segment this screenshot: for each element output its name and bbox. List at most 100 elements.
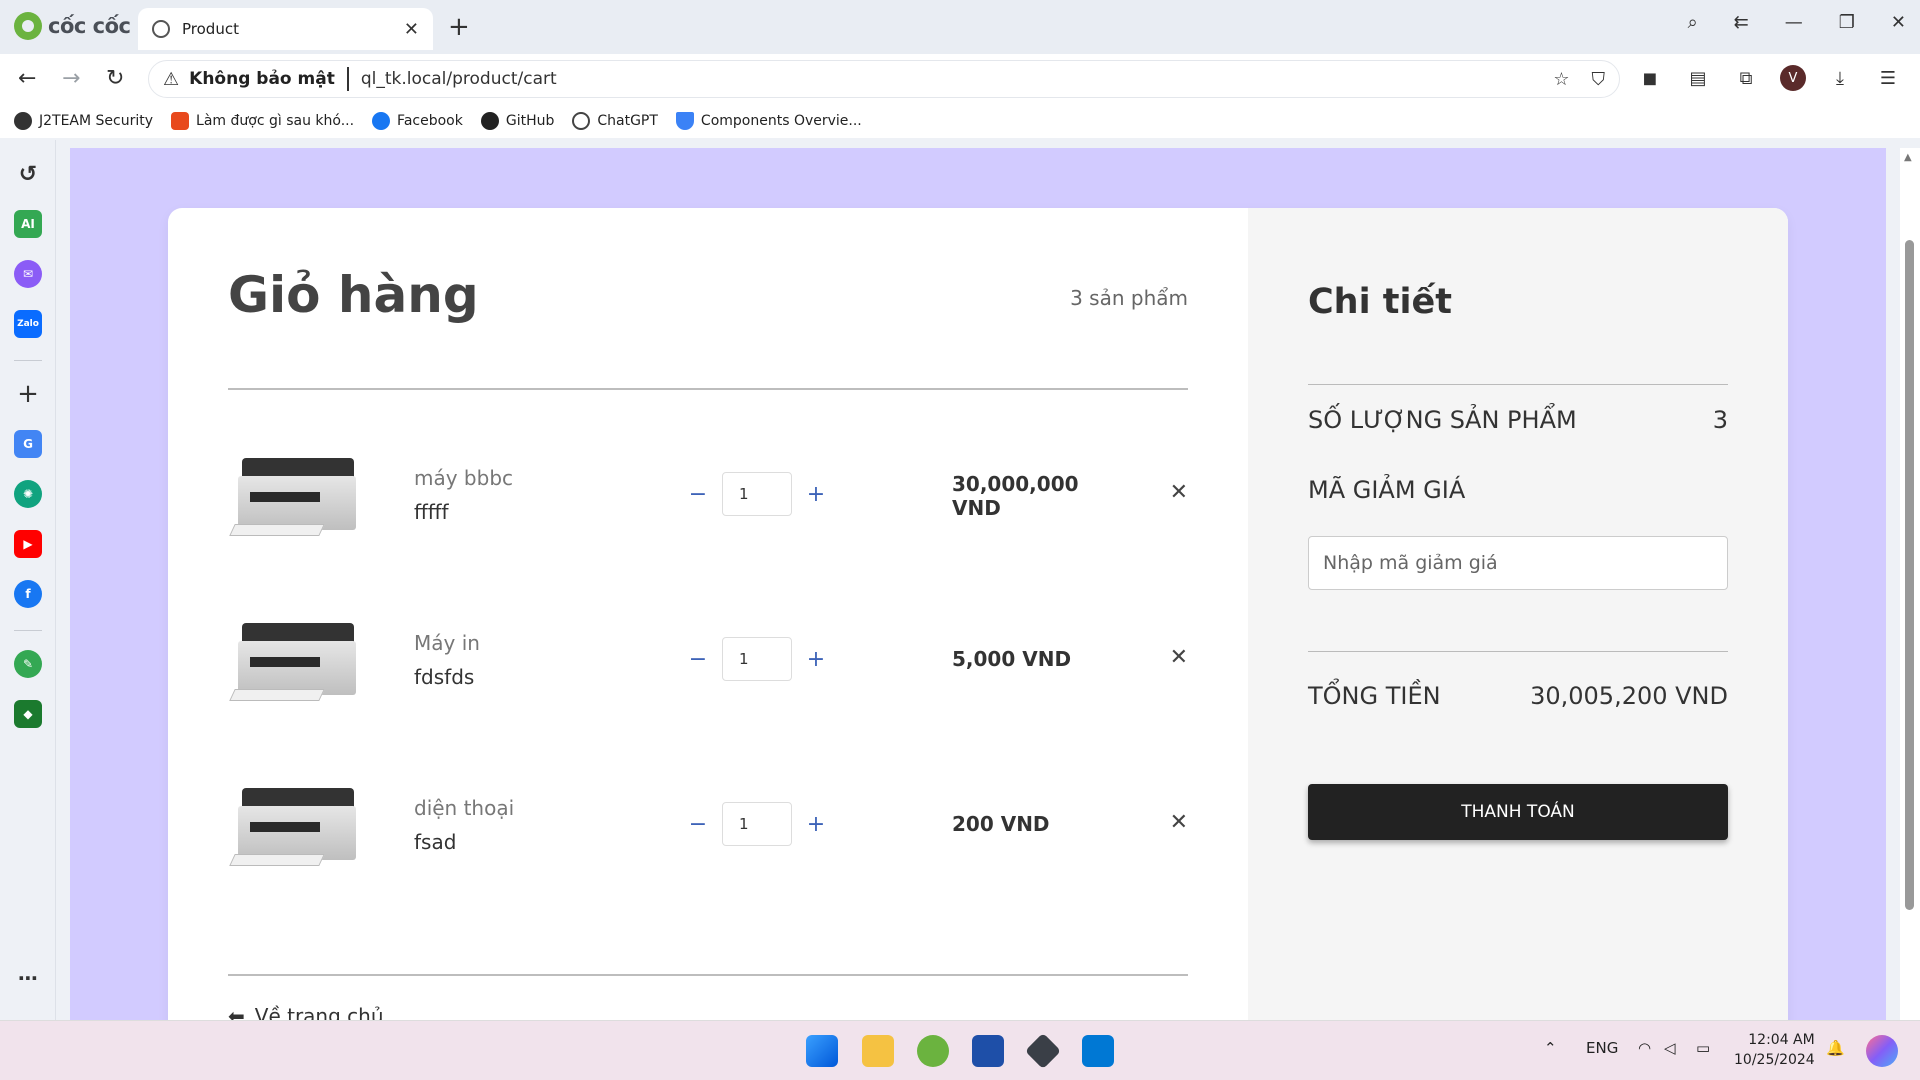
- product-name: Máy in: [414, 631, 480, 655]
- browser-toolbar: ← → ↻ ⚠ Không bảo mật ql_tk.local/produc…: [0, 54, 1920, 104]
- coccoc-logo-icon: [14, 12, 42, 40]
- translate-icon[interactable]: G: [14, 430, 42, 458]
- facebook-icon[interactable]: f: [14, 580, 42, 608]
- bookmark-j2team[interactable]: J2TEAM Security: [14, 112, 153, 130]
- summary-panel: Chi tiết SỐ LƯỢNG SẢN PHẨM 3 MÃ GIẢM GIÁ…: [1248, 208, 1788, 1020]
- bookmark-label: Làm được gì sau khó...: [196, 113, 355, 129]
- youtube-icon[interactable]: ▶: [14, 530, 42, 558]
- decrease-qty-button[interactable]: −: [688, 482, 708, 507]
- minimize-icon[interactable]: —: [1785, 12, 1803, 33]
- total-label: TỔNG TIỀN: [1308, 682, 1441, 710]
- divider: [228, 388, 1188, 390]
- increase-qty-button[interactable]: +: [806, 812, 826, 837]
- screenshot-search-icon[interactable]: ⌕: [1688, 12, 1698, 33]
- wifi-icon[interactable]: ◠: [1638, 1039, 1651, 1057]
- github-icon: [480, 112, 499, 130]
- notes-icon[interactable]: ✎: [14, 650, 42, 678]
- address-bar[interactable]: ⚠ Không bảo mật ql_tk.local/product/cart…: [148, 60, 1620, 98]
- menu-icon[interactable]: ☰: [1874, 64, 1902, 92]
- components-icon: [675, 112, 694, 130]
- ai-icon[interactable]: AI: [14, 210, 42, 238]
- coccoc-taskbar-icon[interactable]: [917, 1035, 949, 1067]
- bookmark-facebook[interactable]: Facebook: [372, 112, 463, 130]
- copilot-icon[interactable]: [1866, 1035, 1898, 1067]
- restore-icon[interactable]: ❐: [1839, 12, 1855, 33]
- printer-tray: [229, 689, 325, 701]
- cart-row: Máy in fdsfds − + 5,000 VND ✕: [228, 605, 1188, 715]
- bookmark-label: Components Overvie...: [700, 113, 862, 129]
- product-price: 30,000,000 VND: [952, 472, 1079, 520]
- tray-expand-icon[interactable]: ⌃: [1544, 1039, 1557, 1057]
- back-arrow-icon[interactable]: ←: [18, 66, 36, 91]
- summary-title: Chi tiết: [1308, 282, 1452, 322]
- quantity-stepper: − +: [688, 637, 826, 681]
- j2team-icon: [14, 112, 32, 130]
- quantity-input[interactable]: [722, 802, 792, 846]
- security-label[interactable]: Không bảo mật: [189, 69, 335, 89]
- chatgpt-icon[interactable]: ✺: [14, 480, 42, 508]
- scrollbar-thumb[interactable]: [1905, 240, 1914, 910]
- increase-qty-button[interactable]: +: [806, 647, 826, 672]
- arrow-left-icon: ⬅: [228, 1004, 245, 1020]
- vscode-icon[interactable]: [1082, 1035, 1114, 1067]
- app-cube-icon[interactable]: [1024, 1032, 1062, 1070]
- back-history-icon[interactable]: ⇇: [1734, 12, 1749, 33]
- bookmark-github[interactable]: GitHub: [480, 112, 554, 130]
- quantity-input[interactable]: [722, 472, 792, 516]
- language-indicator[interactable]: ENG: [1586, 1039, 1618, 1057]
- remove-item-icon[interactable]: ✕: [1170, 645, 1188, 670]
- battery-icon[interactable]: ▭: [1696, 1039, 1710, 1057]
- shield-icon[interactable]: ⛉: [1592, 69, 1606, 90]
- quantity-input[interactable]: [722, 637, 792, 681]
- messenger-icon[interactable]: ✉: [14, 260, 42, 288]
- remove-item-icon[interactable]: ✕: [1170, 480, 1188, 505]
- windows-start-icon[interactable]: [806, 1035, 838, 1067]
- scroll-up-icon[interactable]: ▲: [1904, 152, 1912, 163]
- tab-product[interactable]: Product ✕: [138, 8, 433, 50]
- close-tab-icon[interactable]: ✕: [404, 19, 419, 40]
- back-home-label: Về trang chủ: [254, 1004, 384, 1020]
- page-scrollbar[interactable]: ▲: [1900, 148, 1920, 1020]
- remove-item-icon[interactable]: ✕: [1170, 810, 1188, 835]
- taskbar-clock[interactable]: 12:04 AM 10/25/2024: [1734, 1031, 1815, 1070]
- zalo-icon[interactable]: Zalo: [14, 310, 42, 338]
- profile-avatar[interactable]: V: [1780, 65, 1806, 91]
- game-icon[interactable]: ◆: [14, 700, 42, 728]
- bookmark-star-icon[interactable]: ☆: [1553, 69, 1569, 90]
- notification-bell-icon[interactable]: 🔔: [1826, 1039, 1845, 1057]
- file-explorer-icon[interactable]: [862, 1035, 894, 1067]
- volume-icon[interactable]: ◁: [1664, 1039, 1676, 1057]
- browser-brand[interactable]: cốc cốc: [14, 12, 131, 40]
- history-icon[interactable]: ↺: [14, 160, 42, 188]
- bookmark-f8[interactable]: Làm được gì sau khó...: [171, 112, 354, 130]
- decrease-qty-button[interactable]: −: [688, 812, 708, 837]
- add-icon[interactable]: +: [14, 379, 42, 409]
- extensions-puzzle-icon[interactable]: ⧉: [1732, 64, 1760, 92]
- product-image[interactable]: [228, 605, 362, 715]
- printer-slot: [250, 492, 320, 502]
- extension-pivo-icon[interactable]: ▤: [1684, 64, 1712, 92]
- globe-icon: [152, 20, 170, 38]
- coupon-input[interactable]: [1308, 536, 1728, 590]
- new-tab-button[interactable]: +: [448, 12, 470, 42]
- quantity-value: 3: [1712, 406, 1728, 434]
- incognito-icon[interactable]: ◼: [1636, 64, 1664, 92]
- bookmark-chatgpt[interactable]: ChatGPT: [572, 112, 658, 130]
- microsoft-store-icon[interactable]: [972, 1035, 1004, 1067]
- increase-qty-button[interactable]: +: [806, 482, 826, 507]
- back-home-link[interactable]: ⬅ Về trang chủ: [228, 1004, 384, 1020]
- product-image[interactable]: [228, 440, 362, 550]
- product-image[interactable]: [228, 770, 362, 880]
- reload-icon[interactable]: ↻: [106, 66, 124, 91]
- warning-icon[interactable]: ⚠: [163, 69, 179, 90]
- bookmark-components[interactable]: Components Overvie...: [675, 112, 862, 130]
- decrease-qty-button[interactable]: −: [688, 647, 708, 672]
- close-window-icon[interactable]: ✕: [1891, 12, 1906, 33]
- download-icon[interactable]: ⤓: [1826, 64, 1854, 92]
- more-icon[interactable]: ⋯: [14, 964, 42, 992]
- clock-time: 12:04 AM: [1748, 1032, 1815, 1048]
- clock-date: 10/25/2024: [1734, 1051, 1815, 1068]
- checkout-button[interactable]: THANH TOÁN: [1308, 784, 1728, 840]
- url-text[interactable]: ql_tk.local/product/cart: [361, 69, 557, 89]
- forward-arrow-icon[interactable]: →: [62, 66, 80, 91]
